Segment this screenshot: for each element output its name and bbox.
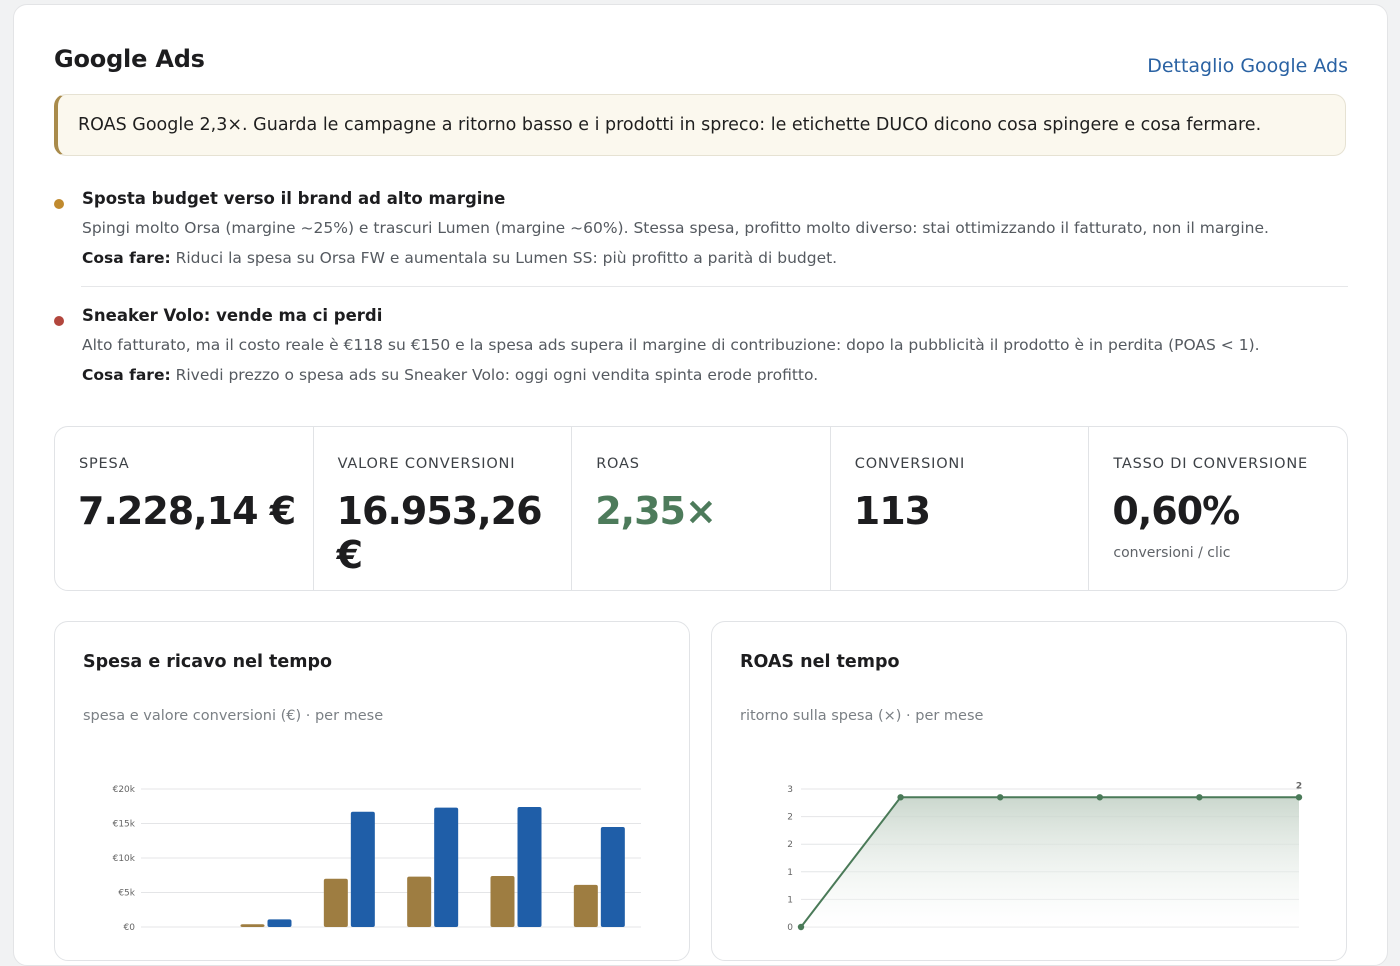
divider: [81, 286, 1348, 287]
roas-point: [897, 794, 904, 801]
y-tick-label: €10k: [113, 854, 136, 864]
roas-end-label: 2: [1296, 781, 1302, 791]
y-tick-label: 0: [787, 923, 793, 933]
kpi-label: VALORE CONVERSIONI: [337, 456, 516, 472]
spend-bar: [323, 878, 348, 927]
action-label: Cosa fare:: [82, 366, 171, 384]
kpi-label: CONVERSIONI: [854, 456, 966, 472]
y-tick-label: 1: [787, 868, 793, 878]
y-tick-label: €5k: [118, 889, 135, 899]
insight-description: Alto fatturato, ma il costo reale è €118…: [82, 336, 1260, 354]
y-tick-label: 2: [787, 813, 793, 823]
revenue-bar: [350, 811, 375, 927]
kpi-label: ROAS: [596, 456, 640, 472]
revenue-bar: [600, 826, 625, 927]
spend-revenue-chart-panel: Spesa e ricavo nel tempo spesa e valore …: [54, 621, 690, 961]
action-label: Cosa fare:: [82, 249, 171, 267]
spend-bar: [490, 875, 515, 927]
insight-description: Spingi molto Orsa (margine ~25%) e trasc…: [82, 219, 1269, 237]
y-tick-label: 1: [787, 895, 793, 905]
kpi-subtext: conversioni / clic: [1113, 545, 1231, 561]
insight-title: Sneaker Volo: vende ma ci perdi: [82, 306, 383, 325]
spend-revenue-bar-chart: €0 €5k €10k €15k €20k: [113, 785, 641, 933]
roas-insight-banner: ROAS Google 2,3×. Guarda le campagne a r…: [54, 94, 1346, 156]
spend-bar: [240, 924, 265, 927]
roas-chart-panel: ROAS nel tempo ritorno sulla spesa (×) ·…: [711, 621, 1347, 961]
kpi-row: SPESA 7.228,14 € VALORE CONVERSIONI 16.9…: [54, 426, 1348, 591]
detail-google-ads-link[interactable]: Dettaglio Google Ads: [1147, 55, 1348, 77]
action-text: Rivedi prezzo o spesa ads su Sneaker Vol…: [175, 366, 819, 384]
roas-point: [997, 794, 1004, 801]
banner-text: ROAS Google 2,3×. Guarda le campagne a r…: [78, 115, 1262, 135]
insight-action: Cosa fare: Riduci la spesa su Orsa FW e …: [82, 249, 837, 267]
roas-point: [1196, 794, 1203, 801]
y-tick-label: €20k: [113, 785, 136, 795]
revenue-bar: [434, 807, 459, 927]
y-tick-label: 3: [787, 785, 793, 795]
kpi-value: 0,60%: [1112, 489, 1240, 533]
y-tick-label: €15k: [113, 820, 136, 830]
kpi-label: TASSO DI CONVERSIONE: [1113, 456, 1308, 472]
google-ads-card: Google Ads Dettaglio Google Ads ROAS Goo…: [13, 4, 1388, 966]
kpi-value: 16.953,26 €: [336, 489, 543, 577]
revenue-bar: [517, 806, 542, 927]
kpi-valore-conversioni: VALORE CONVERSIONI 16.953,26 €: [314, 427, 573, 590]
action-text: Riduci la spesa su Orsa FW e aumentala s…: [175, 249, 838, 267]
y-tick-label: 2: [787, 840, 793, 850]
roas-point: [1295, 794, 1303, 801]
roas-point: [1096, 794, 1103, 801]
status-dot: [54, 316, 64, 326]
roas-point: [797, 923, 805, 931]
kpi-tasso-conversione: TASSO DI CONVERSIONE 0,60% conversioni /…: [1089, 427, 1347, 590]
roas-area-chart: 0 1 1 2 2 3 2: [787, 781, 1303, 933]
insight-action: Cosa fare: Rivedi prezzo o spesa ads su …: [82, 366, 818, 384]
insight-title: Sposta budget verso il brand ad alto mar…: [82, 189, 506, 208]
page-title: Google Ads: [54, 45, 205, 73]
kpi-label: SPESA: [79, 456, 130, 472]
kpi-roas: ROAS 2,35×: [572, 427, 831, 590]
spend-bar: [407, 876, 432, 927]
kpi-value: 113: [853, 489, 931, 533]
kpi-value: 7.228,14 €: [78, 489, 296, 533]
revenue-bar: [267, 919, 292, 927]
y-tick-label: €0: [124, 923, 136, 933]
kpi-conversioni: CONVERSIONI 113: [831, 427, 1090, 590]
status-dot: [54, 199, 64, 209]
kpi-spesa: SPESA 7.228,14 €: [55, 427, 314, 590]
kpi-value: 2,35×: [595, 489, 717, 533]
spend-bar: [573, 884, 598, 927]
